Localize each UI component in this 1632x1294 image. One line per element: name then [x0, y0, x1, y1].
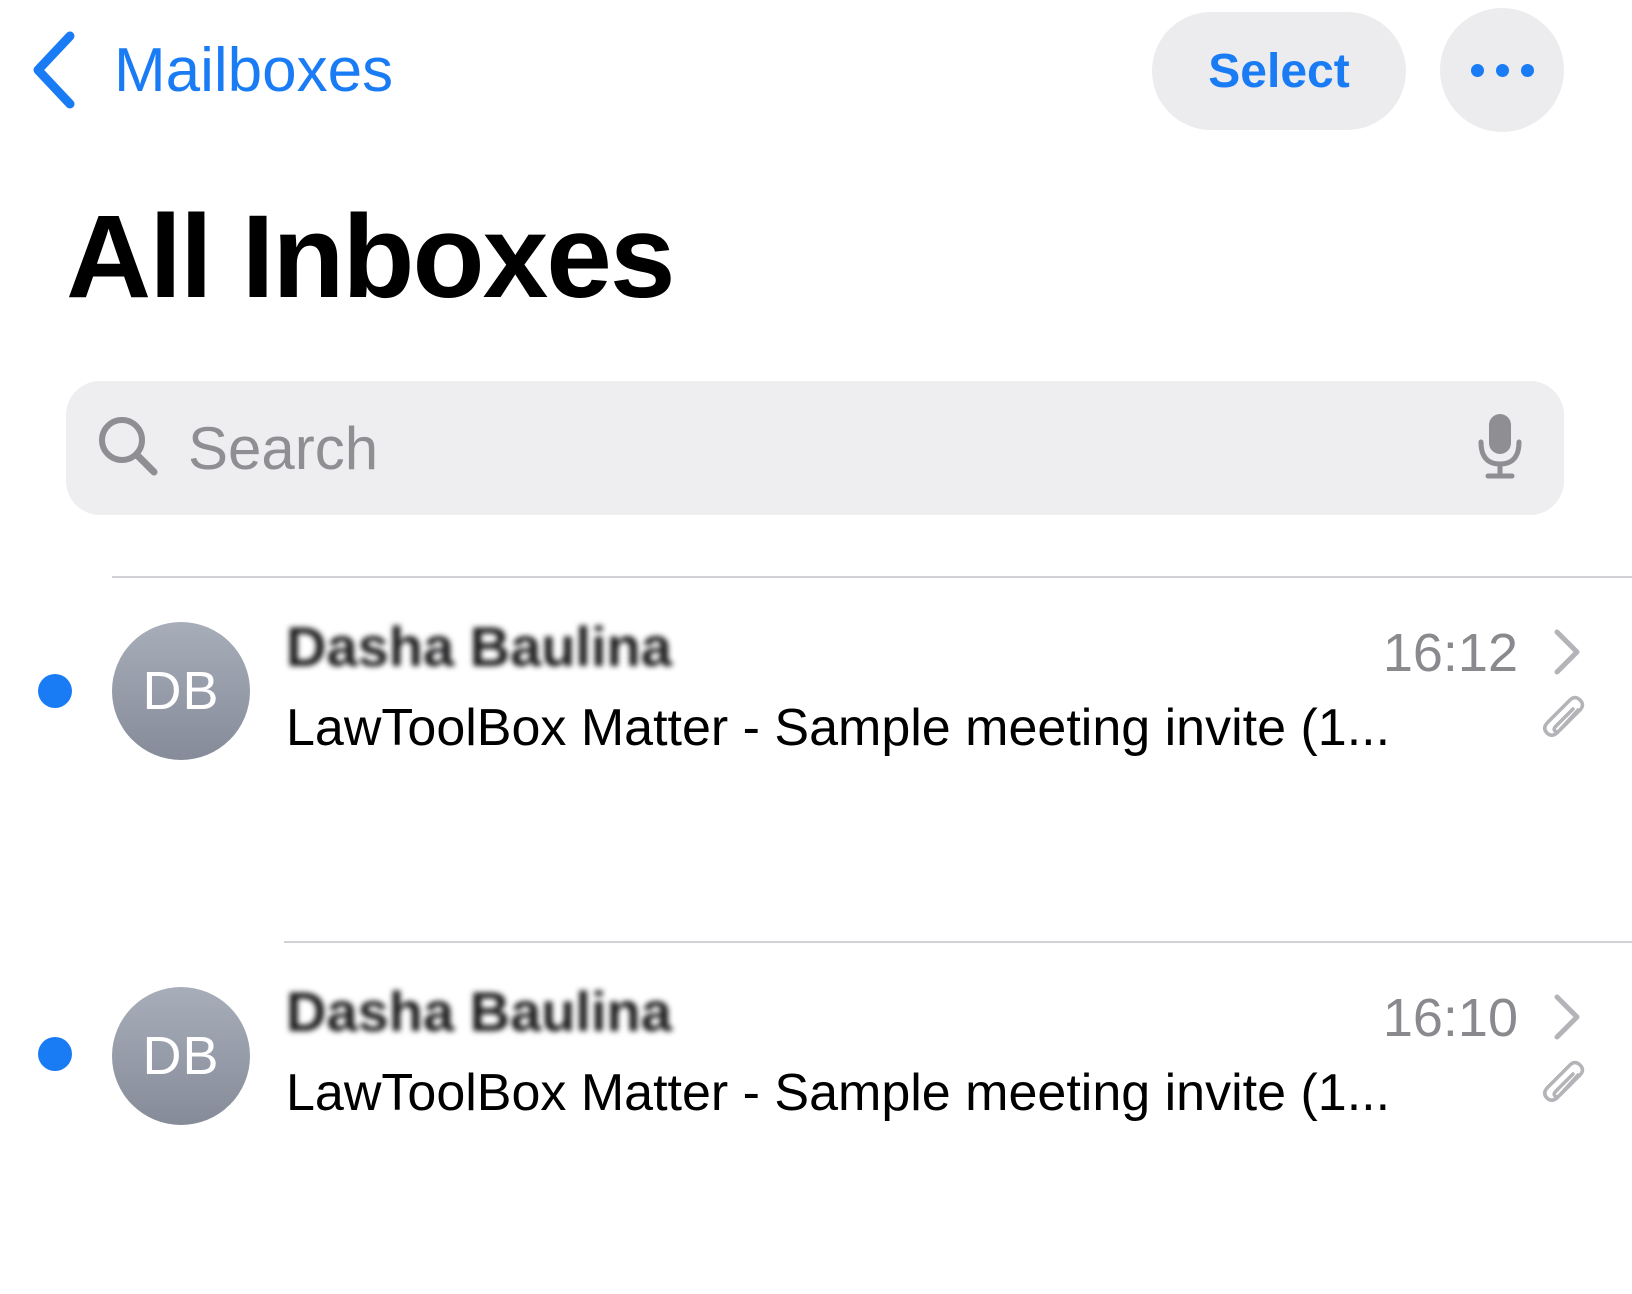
back-button-label: Mailboxes [114, 35, 394, 105]
list-divider [284, 941, 1632, 943]
avatar: DB [112, 622, 250, 760]
avatar: DB [112, 987, 250, 1125]
more-icon [1465, 63, 1540, 77]
chevron-right-icon [1552, 993, 1582, 1046]
page-title: All Inboxes [66, 191, 675, 323]
search-icon [96, 414, 160, 483]
paperclip-icon [1542, 694, 1586, 749]
chevron-left-icon [30, 30, 76, 110]
avatar-initials: DB [142, 1026, 220, 1086]
message-time: 16:10 [1382, 988, 1518, 1048]
message-subject: LawToolBox Matter - Sample meeting invit… [286, 699, 1391, 757]
unread-indicator [38, 674, 72, 708]
message-subject: LawToolBox Matter - Sample meeting invit… [286, 1064, 1391, 1122]
list-divider [112, 576, 1632, 578]
mail-inbox-screen: Mailboxes Select All Inboxes Search DB D… [0, 0, 1632, 1294]
back-button[interactable]: Mailboxes [30, 22, 393, 118]
more-button[interactable] [1440, 8, 1564, 132]
search-input[interactable] [186, 380, 1476, 516]
sender-name: Dasha Baulina [286, 980, 672, 1043]
select-button[interactable]: Select [1152, 12, 1406, 130]
message-time: 16:12 [1382, 623, 1518, 683]
list-item[interactable]: DB Dasha Baulina 16:12 LawToolBox Matter… [0, 580, 1632, 880]
sender-name: Dasha Baulina [286, 615, 672, 678]
unread-indicator [38, 1037, 72, 1071]
search-bar[interactable] [66, 380, 1564, 516]
list-item[interactable]: DB Dasha Baulina 16:10 LawToolBox Matter… [0, 945, 1632, 1245]
microphone-icon[interactable] [1476, 412, 1524, 485]
avatar-initials: DB [142, 661, 220, 721]
paperclip-icon [1542, 1059, 1586, 1114]
chevron-right-icon [1552, 628, 1582, 681]
